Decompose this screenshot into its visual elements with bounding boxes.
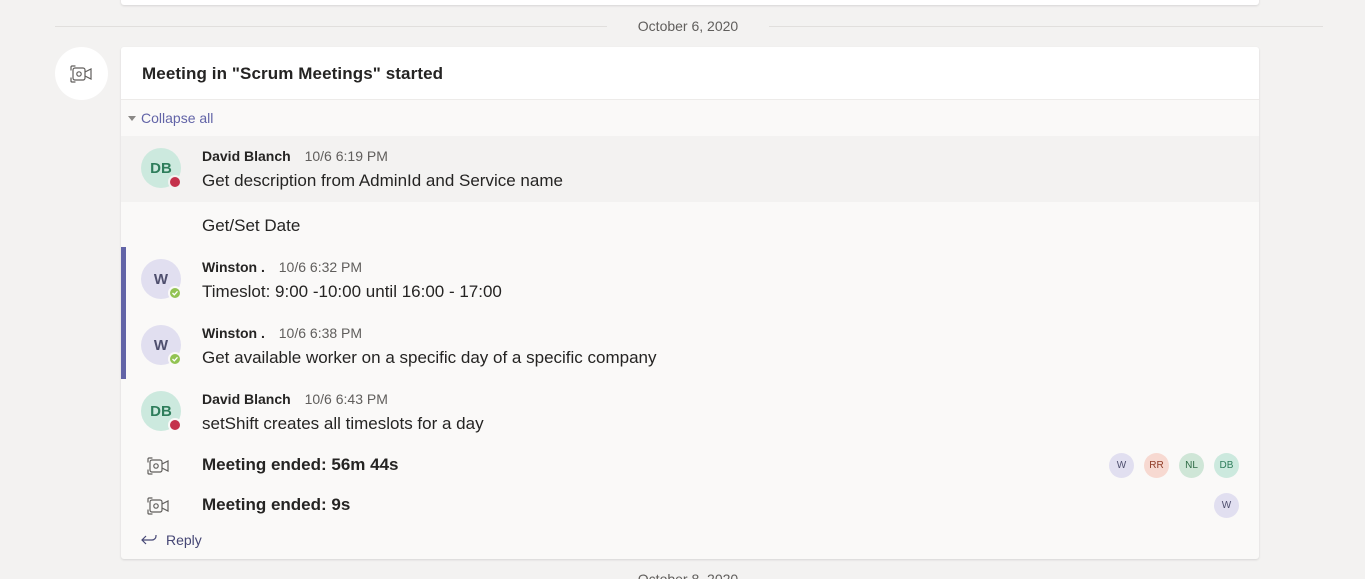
message-author[interactable]: David Blanch: [202, 148, 291, 164]
message-time: 10/6 6:38 PM: [278, 325, 363, 341]
reply-button[interactable]: Reply: [140, 530, 202, 550]
meeting-ended-event: Meeting ended: 56m 44s W RR NL DB: [121, 448, 1259, 482]
message-text: Timeslot: 9:00 -10:00 until 16:00 - 17:0…: [202, 282, 502, 301]
avatar[interactable]: W: [141, 325, 182, 366]
avatar[interactable]: DB: [141, 148, 182, 189]
presence-busy-icon: [168, 418, 182, 432]
meeting-ended-text: Meeting ended: 9s: [202, 495, 351, 514]
avatar[interactable]: W: [141, 259, 182, 300]
message-meta: David Blanch 10/6 6:43 PM: [202, 391, 388, 407]
message-meta: Winston . 10/6 6:32 PM: [202, 259, 362, 275]
meeting-header: Meeting in "Scrum Meetings" started: [121, 47, 1259, 100]
date-divider: October 8, 2020: [55, 568, 1323, 579]
message-meta: David Blanch 10/6 6:19 PM: [202, 148, 388, 164]
message-text: Get available worker on a specific day o…: [202, 348, 657, 367]
message-time: 10/6 6:19 PM: [304, 148, 388, 164]
avatar-initials: W: [153, 336, 169, 354]
message-author[interactable]: David Blanch: [202, 391, 291, 407]
checkmark-icon: [172, 356, 178, 362]
message-text: setShift creates all timeslots for a day: [202, 414, 484, 433]
presence-available-icon: [168, 352, 182, 366]
message-author[interactable]: Winston .: [202, 325, 265, 341]
video-camera-icon: [69, 64, 92, 83]
message-text: Get/Set Date: [202, 216, 301, 235]
message-meta: Winston . 10/6 6:38 PM: [202, 325, 362, 341]
message-text: Get description from AdminId and Service…: [202, 171, 563, 190]
meeting-ended-event: Meeting ended: 9s W: [121, 488, 1259, 522]
collapse-all-button[interactable]: Collapse all: [128, 109, 213, 127]
message-item[interactable]: W Winston . 10/6 6:32 PM Timeslot: 9:00 …: [121, 247, 1259, 313]
teams-chat-view: October 6, 2020 Meeting in "Scrum Meetin…: [0, 0, 1365, 579]
participant-avatar[interactable]: W: [1214, 493, 1239, 518]
date-divider: October 6, 2020: [55, 16, 1323, 36]
message-author[interactable]: Winston .: [202, 259, 265, 275]
message-time: 10/6 6:43 PM: [304, 391, 388, 407]
participant-avatar[interactable]: NL: [1179, 453, 1204, 478]
participant-avatar[interactable]: W: [1109, 453, 1134, 478]
avatar-initials: DB: [150, 402, 172, 420]
previous-message-card: [121, 0, 1259, 5]
avatar[interactable]: DB: [141, 391, 182, 432]
video-camera-icon: [147, 457, 169, 475]
participant-avatar[interactable]: DB: [1214, 453, 1239, 478]
video-camera-icon: [147, 497, 169, 515]
checkmark-icon: [172, 290, 178, 296]
reply-label: Reply: [166, 532, 202, 548]
avatar-initials: DB: [150, 159, 172, 177]
participant-avatar[interactable]: RR: [1144, 453, 1169, 478]
meeting-title: Meeting in "Scrum Meetings" started: [142, 64, 444, 83]
meeting-thread-card: Meeting in "Scrum Meetings" started Coll…: [121, 47, 1259, 559]
message-time: 10/6 6:32 PM: [278, 259, 363, 275]
triangle-down-icon: [128, 115, 136, 121]
collapse-all-label: Collapse all: [141, 110, 214, 126]
date-divider-label: October 8, 2020: [637, 571, 739, 579]
presence-busy-icon: [168, 175, 182, 189]
message-item[interactable]: Get/Set Date: [121, 202, 1259, 247]
reply-arrow-icon: [141, 535, 157, 545]
meeting-icon-badge: [55, 47, 108, 100]
meeting-ended-text: Meeting ended: 56m 44s: [202, 455, 399, 474]
message-item[interactable]: W Winston . 10/6 6:38 PM Get available w…: [121, 313, 1259, 379]
date-divider-label: October 6, 2020: [637, 18, 739, 34]
avatar-initials: W: [153, 270, 169, 288]
message-item[interactable]: DB David Blanch 10/6 6:43 PM setShift cr…: [121, 379, 1259, 445]
message-item[interactable]: DB David Blanch 10/6 6:19 PM Get descrip…: [121, 136, 1259, 202]
presence-available-icon: [168, 286, 182, 300]
